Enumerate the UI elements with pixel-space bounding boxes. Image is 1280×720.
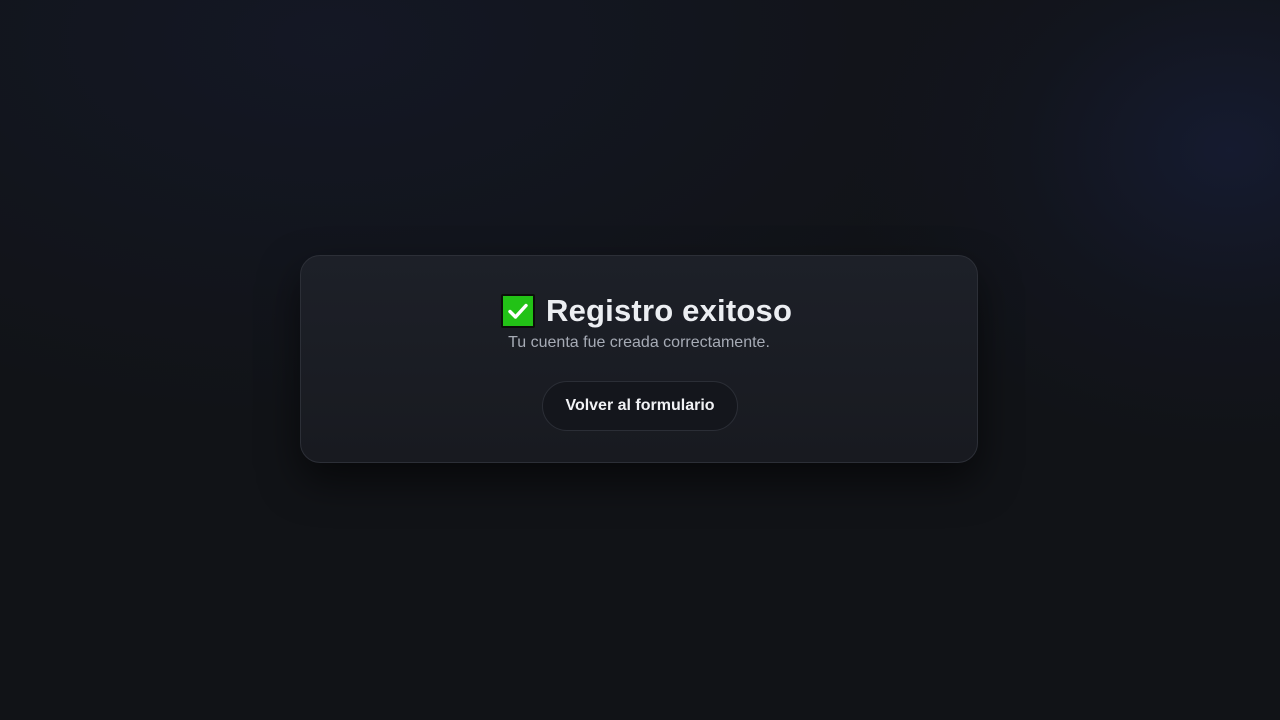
check-box-icon <box>501 294 535 328</box>
success-header: Registro exitoso <box>501 293 792 329</box>
back-to-form-button[interactable]: Volver al formulario <box>542 381 738 431</box>
success-message: Tu cuenta fue creada correctamente. <box>508 334 770 351</box>
success-card: Registro exitoso Tu cuenta fue creada co… <box>300 255 978 463</box>
page-title: Registro exitoso <box>546 293 793 328</box>
